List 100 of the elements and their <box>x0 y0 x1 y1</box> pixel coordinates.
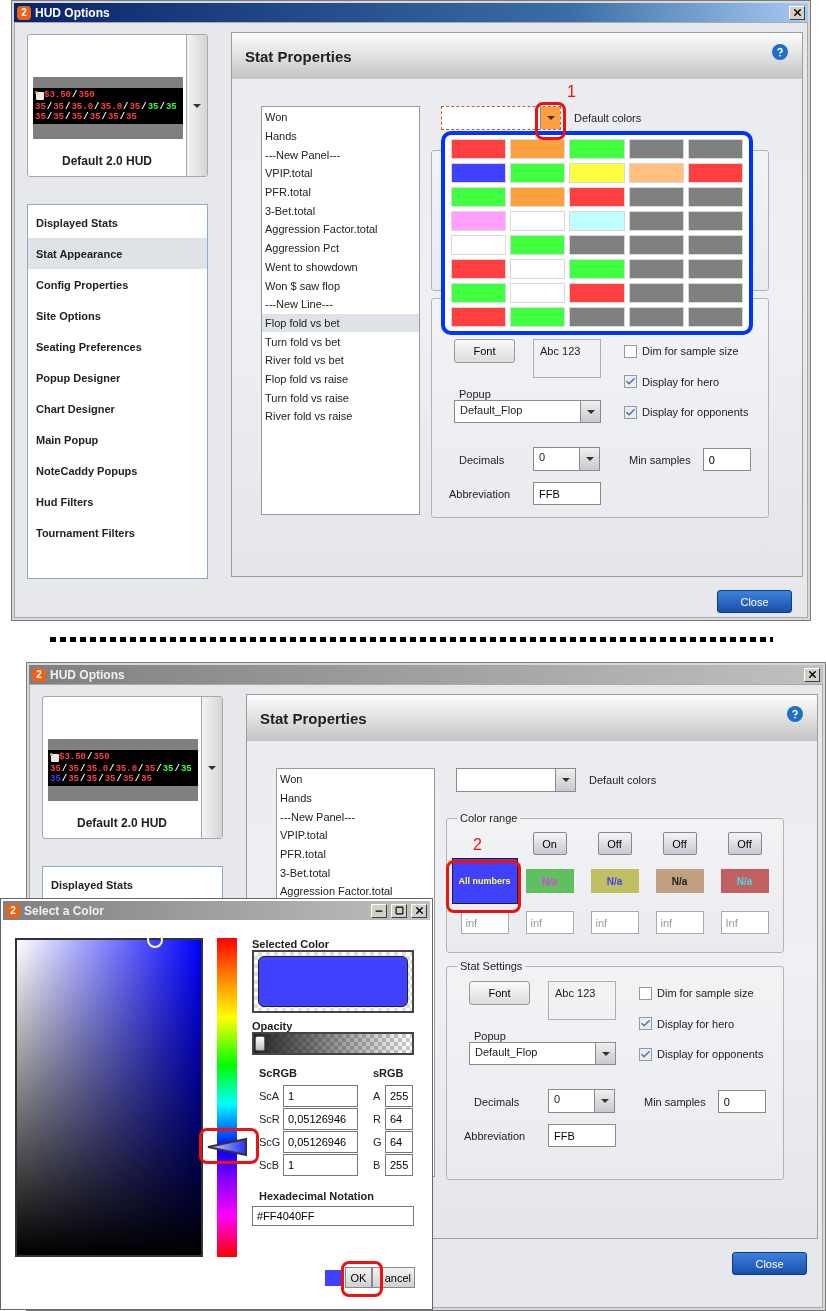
color-swatch[interactable] <box>451 211 507 231</box>
stat-list-item[interactable]: Won <box>277 770 434 789</box>
stat-list-item[interactable]: ---New Panel--- <box>277 807 434 827</box>
range-limit-field[interactable]: inf <box>460 911 509 934</box>
close-button[interactable]: Close <box>732 1252 807 1275</box>
color-swatch[interactable] <box>628 259 684 279</box>
sidebar-item[interactable]: Popup Designer <box>28 362 207 393</box>
sidebar-item[interactable]: Tournament Filters <box>28 517 207 548</box>
color-swatch[interactable] <box>510 283 566 303</box>
color-swatch[interactable] <box>510 211 566 231</box>
color-swatch[interactable] <box>687 163 743 183</box>
ok-button[interactable]: OK <box>345 1267 372 1288</box>
sidebar-item[interactable]: Chart Designer <box>28 393 207 424</box>
stat-list-item[interactable]: Turn fold vs raise <box>262 388 419 407</box>
channel-field[interactable]: 0,05126946 <box>283 1130 358 1153</box>
hue-slider[interactable] <box>206 938 248 1257</box>
sidebar-item[interactable]: Main Popup <box>28 424 207 455</box>
color-swatch[interactable] <box>451 187 507 207</box>
range-limit-field[interactable]: Inf <box>720 911 769 934</box>
color-swatch[interactable] <box>687 307 743 327</box>
hud-dropdown-button[interactable] <box>201 697 222 838</box>
range-limit-field[interactable]: inf <box>655 911 704 934</box>
color-swatch[interactable] <box>628 163 684 183</box>
color-swatch[interactable] <box>569 163 625 183</box>
checkbox[interactable] <box>624 375 637 388</box>
stat-list-item[interactable]: Won $ saw flop <box>262 276 419 295</box>
sidebar-item[interactable]: Displayed Stats <box>28 207 207 238</box>
checkbox[interactable] <box>639 986 652 1000</box>
color-swatch[interactable] <box>510 187 566 207</box>
stat-list-item[interactable]: 3-Bet.total <box>262 201 419 221</box>
opacity-slider-thumb[interactable] <box>255 1036 265 1051</box>
sidebar-item[interactable]: Seating Preferences <box>28 331 207 362</box>
channel-field[interactable]: 64 <box>385 1130 413 1153</box>
channel-field[interactable]: 255 <box>385 1153 413 1176</box>
color-swatch[interactable] <box>451 139 507 159</box>
range-limit-field[interactable]: inf <box>525 911 574 934</box>
hue-slider-thumb[interactable] <box>206 1136 248 1157</box>
close-button[interactable] <box>804 667 820 682</box>
color-swatch[interactable] <box>687 187 743 207</box>
stat-list-item[interactable]: Aggression Pct <box>262 238 419 258</box>
hud-dropdown-button[interactable] <box>186 35 207 176</box>
abbreviation-field[interactable]: FFB <box>548 1124 616 1147</box>
stat-list-item[interactable]: Hands <box>262 126 419 146</box>
color-swatch[interactable] <box>451 307 507 327</box>
stat-list-item[interactable]: River fold vs bet <box>262 350 419 370</box>
color-swatch[interactable] <box>628 307 684 327</box>
color-swatch[interactable] <box>510 235 566 255</box>
color-swatch[interactable] <box>451 235 507 255</box>
opacity-slider[interactable] <box>252 1032 414 1055</box>
color-swatch[interactable] <box>510 307 566 327</box>
toggle-button[interactable]: Off <box>597 832 632 855</box>
color-swatch[interactable] <box>569 259 625 279</box>
help-icon[interactable] <box>772 44 788 60</box>
color-swatch[interactable] <box>628 187 684 207</box>
color-swatch[interactable] <box>687 211 743 231</box>
maximize-button[interactable] <box>391 903 407 918</box>
range-color-button[interactable]: All numbers <box>451 858 518 904</box>
stat-list-item[interactable]: Hands <box>277 788 434 808</box>
stat-list-item[interactable]: Flop fold vs raise <box>262 369 419 389</box>
hud-card[interactable]: $3.50/350 35/35/35.0/35.0/35/35/35 35/35/35/35/35/35 Default 2.0 HUD <box>42 696 223 839</box>
stat-list-item[interactable]: River fold vs raise <box>262 407 419 426</box>
abbreviation-field[interactable]: FFB <box>533 482 601 505</box>
close-button[interactable]: Close <box>717 590 792 613</box>
stat-list-item[interactable]: VPIP.total <box>277 826 434 845</box>
sidebar-item[interactable]: Hud Filters <box>28 486 207 517</box>
color-swatch[interactable] <box>687 139 743 159</box>
sidebar-item[interactable]: Config Properties <box>28 269 207 300</box>
hex-field[interactable]: #FF4040FF <box>252 1206 414 1226</box>
stat-list-item[interactable]: PFR.total <box>262 182 419 202</box>
color-swatch[interactable] <box>628 139 684 159</box>
stat-list-item[interactable]: Won <box>262 108 419 127</box>
color-swatch[interactable] <box>569 307 625 327</box>
color-swatch[interactable] <box>628 211 684 231</box>
toggle-button[interactable]: Off <box>662 832 697 855</box>
color-swatch[interactable] <box>687 235 743 255</box>
color-swatch[interactable] <box>569 235 625 255</box>
color-swatch[interactable] <box>569 139 625 159</box>
stat-list-item[interactable]: Went to showdown <box>262 257 419 277</box>
cancel-button[interactable]: ancel <box>372 1267 415 1288</box>
min-samples-field[interactable]: 0 <box>702 448 751 471</box>
help-icon[interactable] <box>787 706 803 722</box>
color-swatch[interactable] <box>569 187 625 207</box>
stat-list-item[interactable]: 3-Bet.total <box>277 863 434 883</box>
checkbox[interactable] <box>624 344 637 358</box>
stat-list-item[interactable]: ---New Panel--- <box>262 145 419 165</box>
stat-list-item[interactable]: Turn fold vs bet <box>262 332 419 351</box>
channel-field[interactable]: 64 <box>385 1107 413 1130</box>
color-swatch[interactable] <box>510 259 566 279</box>
default-colors-dropdown[interactable] <box>441 106 561 130</box>
popup-dropdown[interactable]: Default_Flop <box>454 400 601 423</box>
stat-list-item[interactable]: Aggression Factor.total <box>262 220 419 239</box>
sidebar-item[interactable]: Displayed Stats <box>43 869 222 900</box>
color-swatch[interactable] <box>687 283 743 303</box>
decimals-dropdown[interactable]: 0 <box>548 1089 615 1113</box>
color-swatch[interactable] <box>569 211 625 231</box>
sidebar-item[interactable]: Site Options <box>28 300 207 331</box>
color-swatch[interactable] <box>451 259 507 279</box>
channel-field[interactable]: 1 <box>283 1153 358 1176</box>
stat-list-item[interactable]: VPIP.total <box>262 164 419 183</box>
toggle-button[interactable]: Off <box>727 832 762 855</box>
